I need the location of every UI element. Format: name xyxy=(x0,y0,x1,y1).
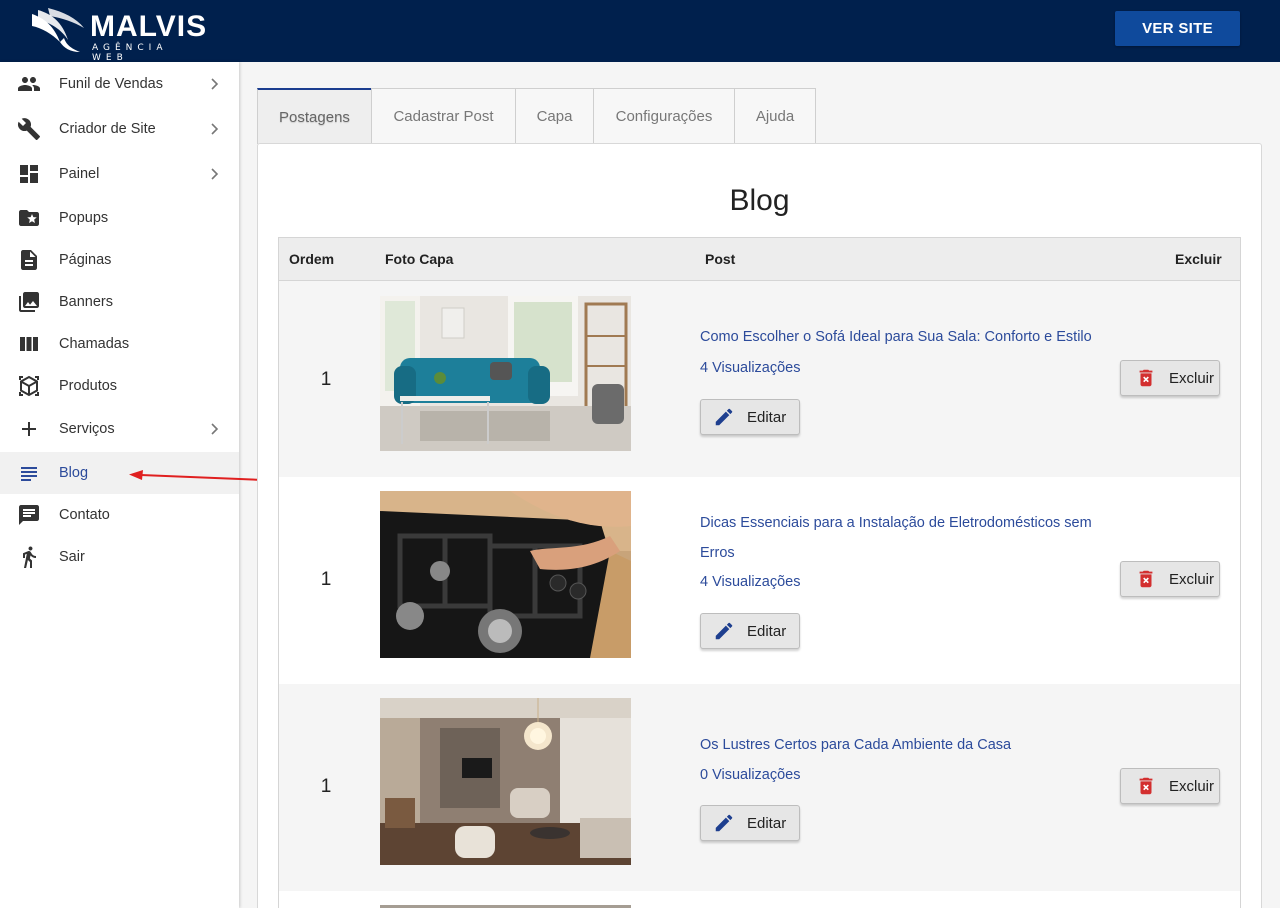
edit-button[interactable]: Editar xyxy=(700,613,800,649)
sidebar-item-chamadas[interactable]: Chamadas xyxy=(0,323,239,365)
row-order: 1 xyxy=(320,569,332,590)
edit-button[interactable]: Editar xyxy=(700,399,800,435)
sidebar-item-contato[interactable]: Contato xyxy=(0,494,239,536)
people-icon xyxy=(17,72,41,96)
delete-button-label: Excluir xyxy=(1169,369,1215,387)
column-header-ordem: Ordem xyxy=(289,251,335,267)
sidebar-item-criador-de-site[interactable]: Criador de Site xyxy=(0,108,239,150)
chevron-right-icon xyxy=(211,423,219,435)
sidebar-item-popups[interactable]: Popups xyxy=(0,197,239,239)
red-arrow-annotation xyxy=(129,470,264,481)
column-header-post: Post xyxy=(705,251,736,267)
trash-icon xyxy=(1135,568,1157,590)
table-header: Ordem Foto Capa Post Excluir xyxy=(279,238,1240,281)
ver-site-button[interactable]: VER SITE xyxy=(1115,11,1240,46)
sidebar-item-label: Painel xyxy=(59,166,100,182)
chat-icon xyxy=(17,503,41,527)
main-panel: Blog Ordem Foto Capa Post Excluir 1 Como… xyxy=(257,143,1262,908)
row-order: 1 xyxy=(320,369,332,390)
sidebar-item-label: Contato xyxy=(59,507,110,523)
chevron-right-icon xyxy=(211,168,219,180)
sidebar-item-produtos[interactable]: Produtos xyxy=(0,365,239,407)
post-title-link[interactable]: Os Lustres Certos para Cada Ambiente da … xyxy=(700,730,1120,760)
sidebar-item-label: Chamadas xyxy=(59,336,130,352)
trash-icon xyxy=(1135,775,1157,797)
sidebar-item-label: Popups xyxy=(59,210,109,226)
sidebar-item-paginas[interactable]: Páginas xyxy=(0,239,239,281)
post-cover-image[interactable] xyxy=(380,698,631,865)
logo-name: MALVIS xyxy=(90,10,208,43)
tab-capa[interactable]: Capa xyxy=(515,88,594,144)
wrench-icon xyxy=(17,117,41,141)
lines-icon xyxy=(17,461,41,485)
delete-button[interactable]: Excluir xyxy=(1120,561,1220,597)
sidebar-item-label: Sair xyxy=(59,549,85,565)
pencil-icon xyxy=(713,406,735,428)
column-header-excluir: Excluir xyxy=(1175,251,1222,267)
top-header: MALVIS AGÊNCIA WEB VER SITE xyxy=(0,0,1280,63)
sidebar-item-painel[interactable]: Painel xyxy=(0,153,239,195)
tab-postagens[interactable]: Postagens xyxy=(257,88,372,144)
edit-button-label: Editar xyxy=(747,622,787,640)
tab-cadastrar-post[interactable]: Cadastrar Post xyxy=(371,88,516,144)
posts-table: Ordem Foto Capa Post Excluir 1 Como Esco… xyxy=(278,237,1241,908)
sidebar-item-funil-de-vendas[interactable]: Funil de Vendas xyxy=(0,63,239,105)
sidebar-item-label: Funil de Vendas xyxy=(59,76,163,92)
document-icon xyxy=(17,248,41,272)
post-views: 4 Visualizações xyxy=(700,360,801,376)
delete-button[interactable]: Excluir xyxy=(1120,768,1220,804)
column-header-foto-capa: Foto Capa xyxy=(385,251,454,267)
table-row xyxy=(279,891,1240,908)
row-order: 1 xyxy=(320,776,332,797)
folder-star-icon xyxy=(17,206,41,230)
post-title-link[interactable]: Dicas Essenciais para a Instalação de El… xyxy=(700,508,1120,568)
sidebar-item-sair[interactable]: Sair xyxy=(0,536,239,578)
tab-bar: Postagens Cadastrar Post Capa Configuraç… xyxy=(257,88,816,144)
tab-configuracoes[interactable]: Configurações xyxy=(593,88,735,144)
chevron-right-icon xyxy=(211,123,219,135)
sidebar-item-servicos[interactable]: Serviços xyxy=(0,408,239,450)
sidebar-item-label: Serviços xyxy=(59,421,115,437)
box-icon xyxy=(17,374,41,398)
logo-subtitle: AGÊNCIA WEB xyxy=(92,43,168,63)
tab-ajuda[interactable]: Ajuda xyxy=(734,88,816,144)
delete-button-label: Excluir xyxy=(1169,570,1215,588)
wing-logo-icon xyxy=(32,8,84,52)
trash-icon xyxy=(1135,367,1157,389)
sidebar-item-label: Banners xyxy=(59,294,114,310)
table-row: 1 xyxy=(279,281,1240,477)
dashboard-icon xyxy=(17,162,41,186)
sidebar-item-label: Produtos xyxy=(59,378,118,394)
pencil-icon xyxy=(713,812,735,834)
edit-button-label: Editar xyxy=(747,814,787,832)
delete-button[interactable]: Excluir xyxy=(1120,360,1220,396)
table-row: 1 xyxy=(279,684,1240,891)
post-cover-image[interactable] xyxy=(380,296,631,451)
chevron-right-icon xyxy=(211,78,219,90)
plus-icon xyxy=(17,417,41,441)
edit-button-label: Editar xyxy=(747,408,787,426)
post-title-link[interactable]: Como Escolher o Sofá Ideal para Sua Sala… xyxy=(700,322,1120,352)
sidebar-item-label: Criador de Site xyxy=(59,121,156,137)
page-title: Blog xyxy=(729,184,790,217)
exit-person-icon xyxy=(17,545,41,569)
sidebar-item-banners[interactable]: Banners xyxy=(0,281,239,323)
delete-button-label: Excluir xyxy=(1169,777,1215,795)
edit-button[interactable]: Editar xyxy=(700,805,800,841)
sidebar-item-label: Páginas xyxy=(59,252,112,268)
sidebar-item-label: Blog xyxy=(59,465,89,481)
table-row: 1 xyxy=(279,477,1240,684)
post-views: 4 Visualizações xyxy=(700,574,801,590)
photo-library-icon xyxy=(17,290,41,314)
pencil-icon xyxy=(713,620,735,642)
post-views: 0 Visualizações xyxy=(700,767,801,783)
columns-icon xyxy=(17,332,41,356)
malvis-logo[interactable]: MALVIS AGÊNCIA WEB xyxy=(30,6,210,63)
post-cover-image[interactable] xyxy=(380,491,631,658)
